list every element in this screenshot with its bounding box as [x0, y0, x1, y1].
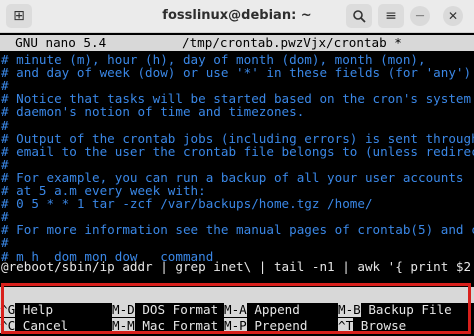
- shortcut-key: M-B: [338, 302, 361, 317]
- title-bar: ⊞ fosslinux@debian: ~ ≡ — ✕: [0, 0, 474, 33]
- shortcut-key: M-P: [224, 318, 247, 333]
- shortcut-item[interactable]: ^T Browse: [338, 318, 406, 334]
- minimize-button[interactable]: —: [410, 6, 430, 26]
- search-button[interactable]: [346, 4, 372, 28]
- shortcut-item[interactable]: ^G Help: [0, 302, 53, 318]
- shortcut-label: Cancel: [15, 318, 69, 333]
- terminal-window: ⊞ fosslinux@debian: ~ ≡ — ✕ GNU nano 5.4…: [0, 0, 474, 336]
- shortcut-label: Help: [15, 302, 54, 317]
- shortcut-key: ^C: [0, 318, 16, 333]
- search-icon: [353, 10, 366, 23]
- shortcut-key: M-M: [112, 318, 135, 333]
- editor-line: # daemon's notion of time and timezones.: [1, 104, 305, 120]
- shortcut-label: Mac Format: [134, 318, 219, 333]
- editor-line: # 0 5 * * 1 tar -zcf /var/backups/home.t…: [1, 196, 373, 212]
- shortcut-label: DOS Format: [134, 302, 219, 317]
- shortcut-item[interactable]: ^C Cancel: [0, 318, 68, 334]
- close-button[interactable]: ✕: [443, 6, 463, 26]
- shortcut-label: Append: [246, 302, 300, 317]
- minimize-icon: —: [415, 11, 425, 21]
- menu-button[interactable]: ≡: [378, 4, 404, 28]
- shortcut-key: M-D: [112, 302, 135, 317]
- terminal-area[interactable]: GNU nano 5.4 /tmp/crontab.pwzVjx/crontab…: [0, 33, 474, 336]
- hamburger-menu-icon: ≡: [385, 8, 397, 24]
- shortcut-key: M-A: [224, 302, 247, 317]
- nano-header: GNU nano 5.4 /tmp/crontab.pwzVjx/crontab…: [0, 35, 474, 51]
- shortcut-item[interactable]: M-B Backup File: [338, 302, 452, 318]
- editor-line: # For more information see the manual pa…: [1, 222, 474, 238]
- shortcut-key: ^T: [338, 318, 354, 333]
- editor-line: # email to the user the crontab file bel…: [1, 143, 474, 159]
- close-icon: ✕: [447, 9, 459, 23]
- shortcut-label: Prepend: [246, 318, 308, 333]
- nano-filename: /tmp/crontab.pwzVjx/crontab *: [181, 35, 402, 50]
- shortcut-item[interactable]: M-M Mac Format: [112, 318, 218, 334]
- shortcut-item[interactable]: M-A Append: [224, 302, 300, 318]
- shortcut-label: Browse: [353, 318, 407, 333]
- command-line[interactable]: @reboot/sbin/ip addr | grep inet\ | tail…: [1, 259, 474, 275]
- shortcut-item[interactable]: M-P Prepend: [224, 318, 307, 334]
- shortcut-label: Backup File: [360, 302, 452, 317]
- save-prompt[interactable]: File Name to Write: /tmp/crontab.pwzVjx/…: [0, 287, 474, 318]
- shortcut-key: ^G: [0, 302, 16, 317]
- editor-line: # and day of week (dow) or use '*' in th…: [1, 65, 474, 81]
- shortcut-item[interactable]: M-D DOS Format: [112, 302, 218, 318]
- nano-version: GNU nano 5.4: [0, 35, 107, 50]
